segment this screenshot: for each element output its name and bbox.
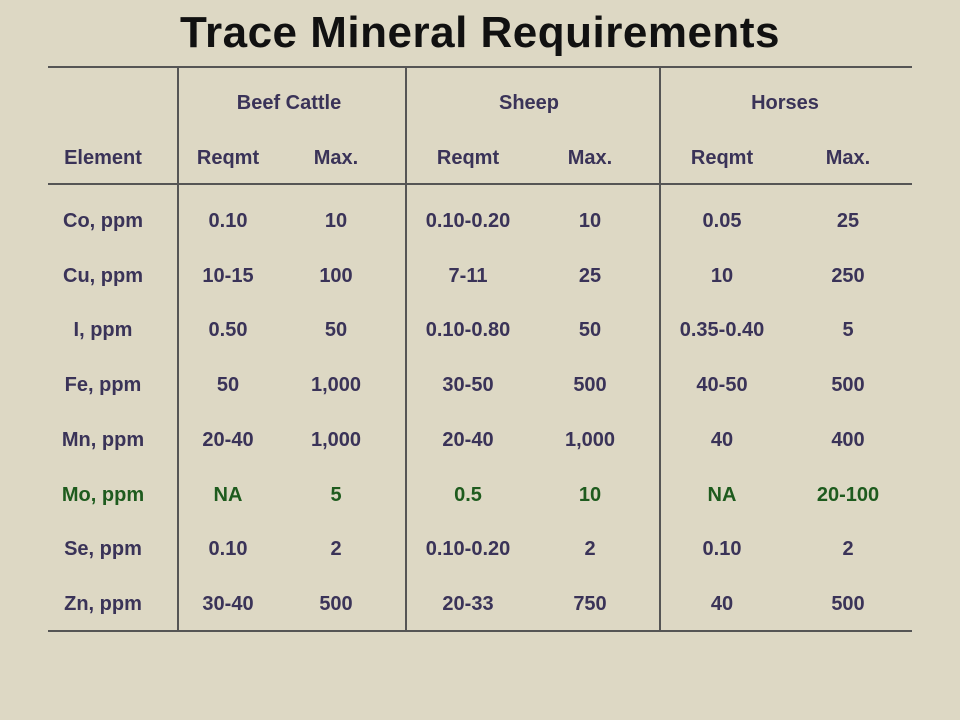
row-label: Zn, ppm xyxy=(64,593,142,615)
page-title: Trace Mineral Requirements xyxy=(180,8,780,57)
table-cell: 20-40 xyxy=(202,429,254,451)
table-cell: 0.05 xyxy=(702,210,742,232)
table-cell: 40 xyxy=(710,429,734,451)
table-cell: 500 xyxy=(573,374,607,396)
table-cell: 50 xyxy=(578,319,602,341)
table-cell: 40-50 xyxy=(696,374,748,396)
table-cell: NA xyxy=(213,484,243,506)
table-cell: 0.10 xyxy=(702,538,742,560)
table-cell: 10 xyxy=(710,265,734,287)
table-cell: 0.50 xyxy=(208,319,248,341)
column-header: Max. xyxy=(313,147,359,169)
table-cell: 20-40 xyxy=(442,429,494,451)
row-label: Se, ppm xyxy=(64,538,142,560)
table-cell: 7-11 xyxy=(448,265,488,287)
row-label: I, ppm xyxy=(73,319,133,341)
table-cell: 1,000 xyxy=(564,429,616,451)
table-cell: 10 xyxy=(578,484,602,506)
table-cell: 400 xyxy=(831,429,865,451)
table-cell: 750 xyxy=(573,593,607,615)
row-label: Mo, ppm xyxy=(61,484,145,506)
group-header: Sheep xyxy=(498,92,560,114)
column-header: Reqmt xyxy=(196,147,260,169)
column-header: Reqmt xyxy=(436,147,500,169)
table-cell: 10 xyxy=(324,210,348,232)
table-cell: 50 xyxy=(324,319,348,341)
table-cell: 50 xyxy=(216,374,240,396)
table-cell: 2 xyxy=(584,538,596,560)
table-cell: 1,000 xyxy=(310,374,362,396)
column-header: Max. xyxy=(567,147,613,169)
table-cell: 25 xyxy=(836,210,860,232)
table-cell: 0.35-0.40 xyxy=(679,319,765,341)
table-cell: 0.10 xyxy=(208,538,248,560)
table-cell: 0.10-0.20 xyxy=(425,210,511,232)
table-cell: 100 xyxy=(319,265,353,287)
column-divider xyxy=(659,66,661,632)
table-cell: 250 xyxy=(831,265,865,287)
table-cell: 0.10-0.20 xyxy=(425,538,511,560)
table-cell: 40 xyxy=(710,593,734,615)
table-cell: 0.10-0.80 xyxy=(425,319,511,341)
table-cell: 2 xyxy=(330,538,342,560)
table-cell: 0.10 xyxy=(208,210,248,232)
table-cell: NA xyxy=(707,484,737,506)
table-cell: 10-15 xyxy=(202,265,254,287)
column-header: Element xyxy=(64,147,142,169)
table-cell: 10 xyxy=(578,210,602,232)
column-header: Max. xyxy=(825,147,871,169)
row-label: Cu, ppm xyxy=(63,265,143,287)
table-cell: 500 xyxy=(831,593,865,615)
column-divider xyxy=(405,66,407,632)
table-cell: 0.5 xyxy=(454,484,482,506)
row-label: Co, ppm xyxy=(63,210,143,232)
table-cell: 20-33 xyxy=(442,593,494,615)
table-cell: 30-50 xyxy=(442,374,494,396)
row-label: Mn, ppm xyxy=(61,429,145,451)
table-cell: 20-100 xyxy=(816,484,880,506)
column-header: Reqmt xyxy=(690,147,754,169)
group-header: Beef Cattle xyxy=(236,92,342,114)
table-cell: 500 xyxy=(319,593,353,615)
row-label: Fe, ppm xyxy=(64,374,142,396)
table-cell: 5 xyxy=(330,484,342,506)
group-header: Horses xyxy=(751,92,819,114)
table-cell: 500 xyxy=(831,374,865,396)
table-cell: 30-40 xyxy=(202,593,254,615)
table-cell: 2 xyxy=(842,538,854,560)
table-cell: 25 xyxy=(578,265,602,287)
table-cell: 1,000 xyxy=(310,429,362,451)
table-cell: 5 xyxy=(842,319,854,341)
